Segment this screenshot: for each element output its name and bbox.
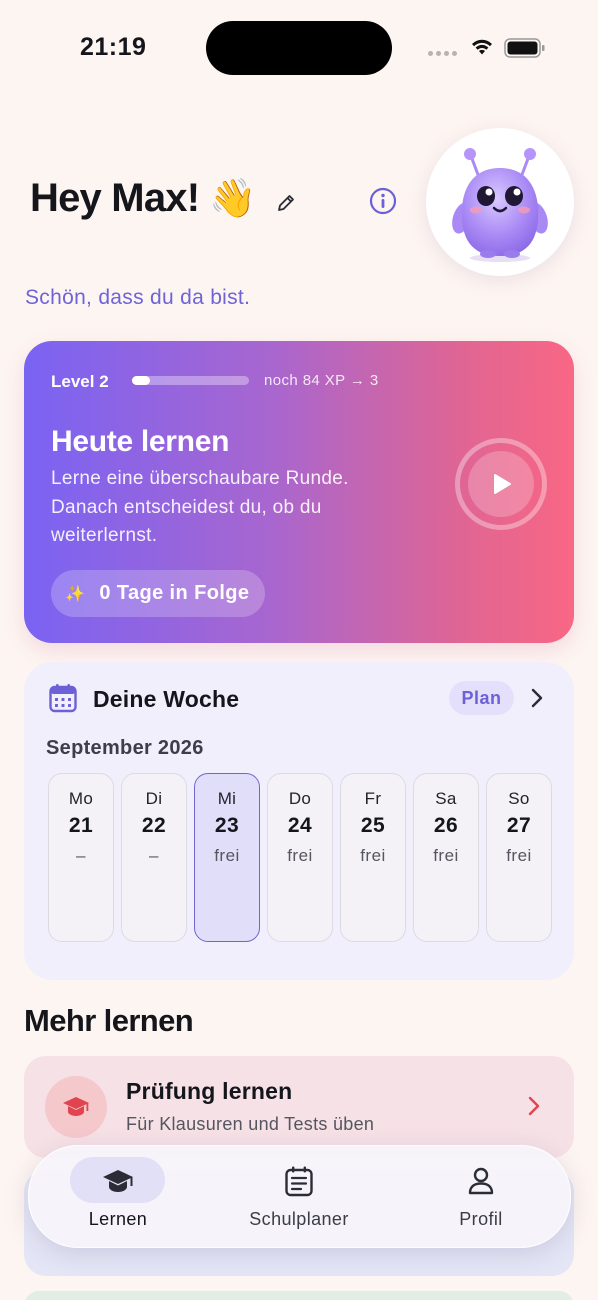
greeting-text: Hey Max!	[30, 176, 200, 220]
week-title: Deine Woche	[93, 686, 240, 712]
week-days: Mo 21 – Di 22 – Mi 23 frei Do 24 frei Fr…	[48, 773, 552, 942]
graduation-cap-icon	[63, 1097, 89, 1116]
tab-schulplaner[interactable]: Schulplaner	[224, 1157, 374, 1237]
tab-bar: Lernen Schulplaner Profil	[28, 1145, 571, 1248]
tab-lernen[interactable]: Lernen	[43, 1157, 193, 1237]
plan-button[interactable]: Plan	[449, 681, 514, 715]
mascot-icon	[452, 148, 548, 262]
exam-learning-card[interactable]: Prüfung lernen Für Klausuren und Tests ü…	[24, 1056, 574, 1158]
dynamic-island	[206, 21, 392, 75]
streak-badge: ✨ 0 Tage in Folge	[51, 570, 266, 617]
greeting-title: Hey Max! 👋	[30, 176, 257, 221]
exam-subtitle: Für Klausuren und Tests üben	[126, 1114, 375, 1134]
more-learning-title: Mehr lernen	[24, 1003, 194, 1038]
week-card: Deine Woche Plan September 2026 Mo 21 – …	[24, 662, 574, 980]
day-cell-so[interactable]: So 27 frei	[486, 773, 552, 942]
chevron-right-icon	[528, 1096, 540, 1116]
learn-today-title: Heute lernen	[51, 425, 230, 458]
xp-progress-fill	[132, 376, 150, 385]
month-label: September 2026	[46, 737, 204, 759]
day-cell-do[interactable]: Do 24 frei	[267, 773, 333, 942]
tab-profil[interactable]: Profil	[406, 1157, 556, 1237]
chevron-right-icon[interactable]	[529, 688, 545, 708]
xp-progress-bar	[132, 376, 249, 385]
learn-today-description: Lerne eine überschaubare Runde. Danach e…	[51, 468, 349, 546]
day-cell-mi[interactable]: Mi 23 frei	[194, 773, 260, 942]
start-learning-button[interactable]	[455, 438, 547, 530]
sparkle-icon: ✨	[65, 585, 86, 603]
planner-icon	[285, 1166, 313, 1197]
hidden-card[interactable]	[24, 1291, 574, 1300]
day-cell-di[interactable]: Di 22 –	[121, 773, 187, 942]
edit-pencil-icon[interactable]	[275, 192, 297, 214]
xp-remaining-text: noch 84 XP → 3	[264, 372, 379, 389]
status-time: 21:19	[80, 33, 147, 61]
day-cell-fr[interactable]: Fr 25 frei	[340, 773, 406, 942]
streak-text: 0 Tage in Folge	[99, 582, 250, 604]
cellular-signal-icon	[428, 51, 457, 56]
calendar-icon	[49, 684, 77, 713]
battery-icon	[504, 38, 545, 58]
wifi-icon	[472, 39, 492, 55]
learn-today-card[interactable]: Level 2 noch 84 XP → 3 Heute lernen Lern…	[24, 341, 574, 643]
day-cell-mo[interactable]: Mo 21 –	[48, 773, 114, 942]
greeting-subtitle: Schön, dass du da bist.	[25, 286, 251, 309]
graduation-cap-icon	[103, 1170, 133, 1192]
info-icon[interactable]	[369, 187, 397, 215]
play-icon	[494, 474, 511, 494]
mascot-avatar[interactable]	[426, 128, 574, 276]
status-bar: 21:19	[0, 0, 598, 96]
day-cell-sa[interactable]: Sa 26 frei	[413, 773, 479, 942]
waving-hand-icon: 👋	[209, 177, 256, 220]
person-icon	[468, 1167, 494, 1195]
exam-title: Prüfung lernen	[126, 1078, 293, 1104]
level-label: Level 2	[51, 372, 109, 391]
